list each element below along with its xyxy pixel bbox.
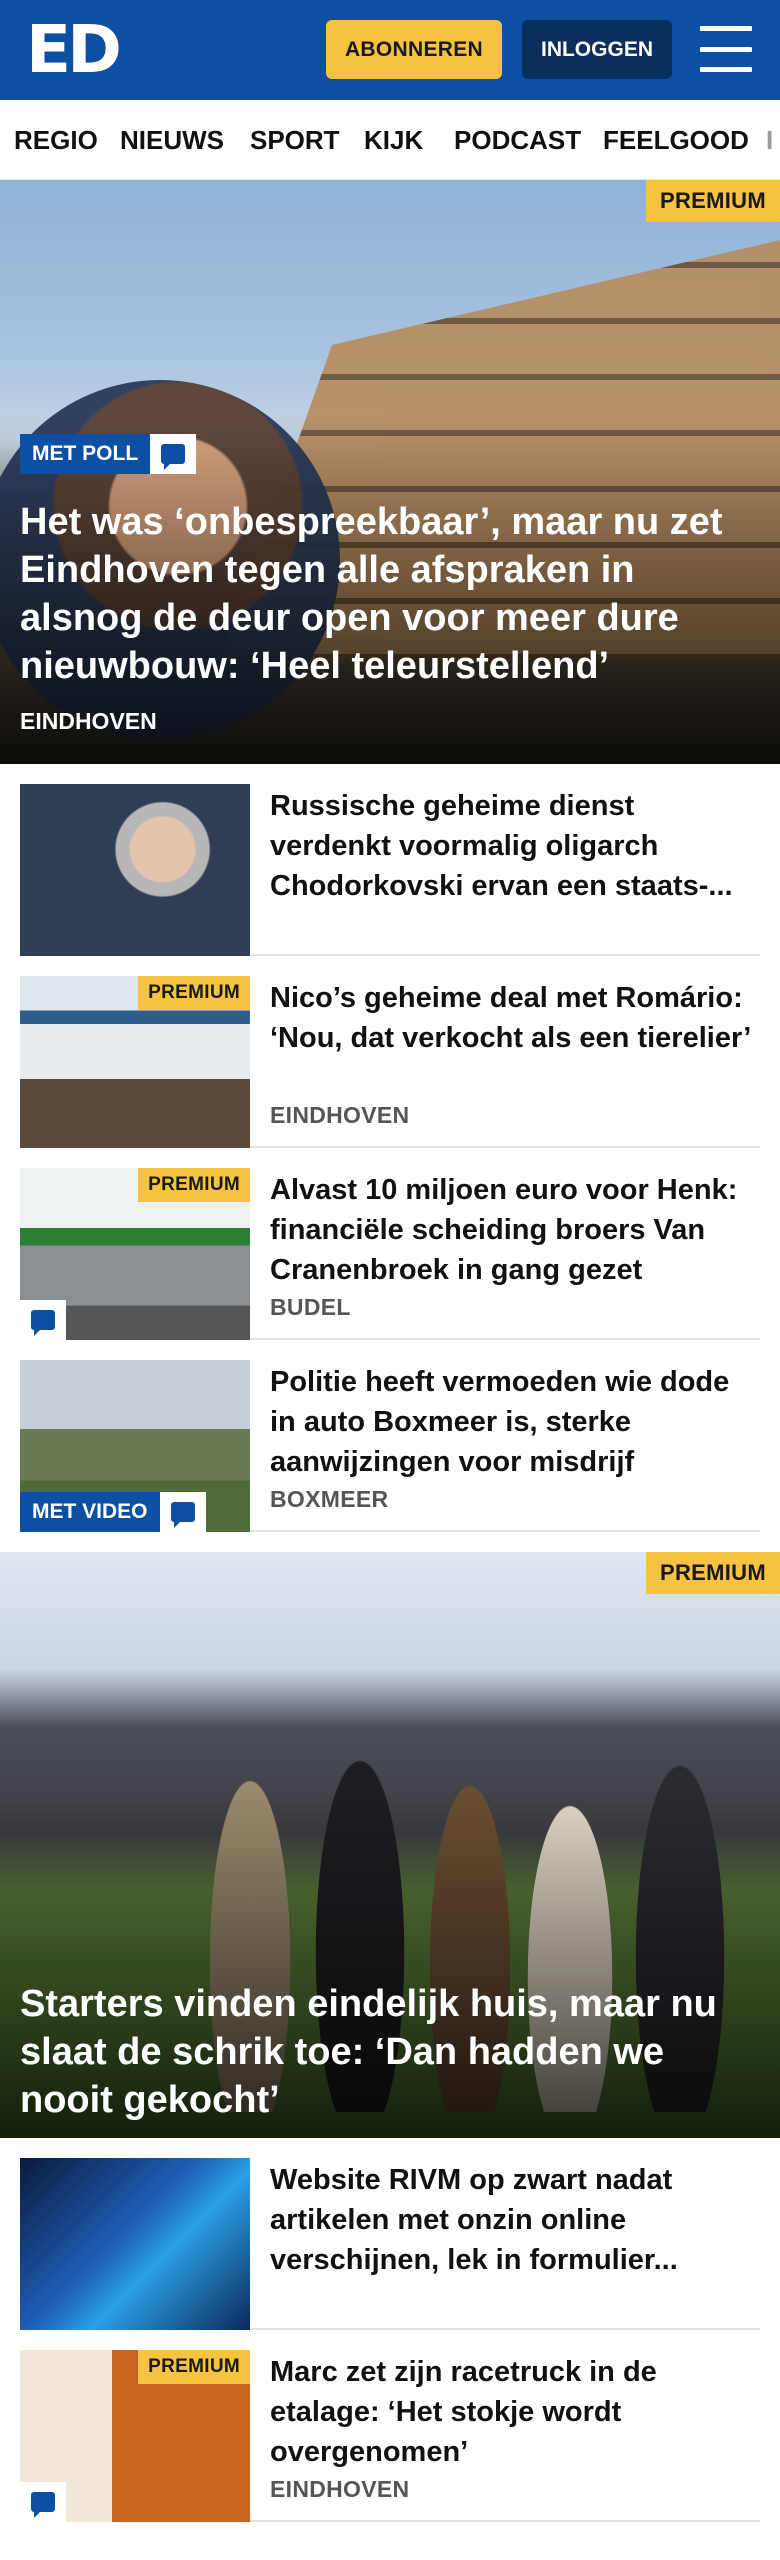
premium-badge: PREMIUM xyxy=(646,180,780,222)
article-thumbnail: PREMIUM xyxy=(20,976,250,1148)
hero-location: EINDHOVEN xyxy=(20,708,157,734)
article-location: EINDHOVEN xyxy=(270,1102,410,1128)
menu-icon[interactable] xyxy=(700,26,752,72)
nav-item-feelgood[interactable]: FEELGOOD xyxy=(603,100,749,179)
comment-icon xyxy=(20,1300,66,1340)
list-item[interactable]: MET VIDEO Politie heeft vermoeden wie do… xyxy=(20,1340,760,1532)
nav-item-regio[interactable]: REGIO xyxy=(14,100,98,179)
article-list-2: Website RIVM op zwart nadat artikelen me… xyxy=(0,2138,780,2522)
article-title[interactable]: Alvast 10 miljoen euro voor Henk: financ… xyxy=(270,1170,760,1290)
subscribe-button[interactable]: ABONNEREN xyxy=(326,20,502,79)
article-title[interactable]: Website RIVM op zwart nadat artikelen me… xyxy=(270,2160,760,2280)
premium-badge: PREMIUM xyxy=(138,1168,250,1202)
article-thumbnail xyxy=(20,2158,250,2330)
hero-article[interactable]: PREMIUM MET POLL Het was ‘onbespreekbaar… xyxy=(0,180,780,764)
premium-badge: PREMIUM xyxy=(138,2350,250,2384)
article-title[interactable]: Politie heeft vermoeden wie dode in auto… xyxy=(270,1362,760,1482)
poll-badge: MET POLL xyxy=(20,434,197,474)
article-thumbnail xyxy=(20,784,250,956)
video-badge-label: MET VIDEO xyxy=(20,1492,160,1532)
list-item[interactable]: PREMIUM Marc zet zijn racetruck in de et… xyxy=(20,2330,760,2522)
article-location: EINDHOVEN xyxy=(270,2476,410,2502)
article-location: BOXMEER xyxy=(270,1486,389,1512)
article-location: BUDEL xyxy=(270,1294,351,1320)
hero-title[interactable]: Starters vinden eindelijk huis, maar nu … xyxy=(20,1980,760,2124)
video-badge: MET VIDEO xyxy=(20,1492,206,1532)
site-header: ED ABONNEREN INLOGGEN xyxy=(0,0,780,100)
nav-item-kijk[interactable]: KIJK xyxy=(364,100,423,179)
article-list-1: Russische geheime dienst verdenkt voorma… xyxy=(0,764,780,1532)
nav-item-sport[interactable]: SPORT xyxy=(250,100,340,179)
nav-item-nieuws[interactable]: NIEUWS xyxy=(120,100,224,179)
hero-title[interactable]: Het was ‘onbespreekbaar’, maar nu zet Ei… xyxy=(20,498,760,690)
article-thumbnail: MET VIDEO xyxy=(20,1360,250,1532)
list-item[interactable]: Website RIVM op zwart nadat artikelen me… xyxy=(20,2138,760,2330)
comment-icon xyxy=(159,1492,206,1532)
premium-badge: PREMIUM xyxy=(646,1552,780,1594)
poll-badge-label: MET POLL xyxy=(20,434,151,474)
nav-item-more[interactable]: I xyxy=(766,100,773,179)
comment-icon xyxy=(150,434,197,474)
site-logo[interactable]: ED xyxy=(26,17,122,83)
article-title[interactable]: Marc zet zijn racetruck in de etalage: ‘… xyxy=(270,2352,760,2472)
hero-article-2[interactable]: PREMIUM Starters vinden eindelijk huis, … xyxy=(0,1552,780,2138)
article-title[interactable]: Russische geheime dienst verdenkt voorma… xyxy=(270,786,760,906)
login-button[interactable]: INLOGGEN xyxy=(522,20,672,79)
article-title[interactable]: Nico’s geheime deal met Romário: ‘Nou, d… xyxy=(270,978,760,1058)
list-item[interactable]: PREMIUM Alvast 10 miljoen euro voor Henk… xyxy=(20,1148,760,1340)
section-nav: REGIO NIEUWS SPORT KIJK PODCAST FEELGOOD… xyxy=(0,100,780,180)
premium-badge: PREMIUM xyxy=(138,976,250,1010)
list-item[interactable]: PREMIUM Nico’s geheime deal met Romário:… xyxy=(20,956,760,1148)
article-thumbnail: PREMIUM xyxy=(20,2350,250,2522)
comment-icon xyxy=(20,2482,66,2522)
article-thumbnail: PREMIUM xyxy=(20,1168,250,1340)
list-item[interactable]: Russische geheime dienst verdenkt voorma… xyxy=(20,764,760,956)
nav-item-podcast[interactable]: PODCAST xyxy=(454,100,581,179)
